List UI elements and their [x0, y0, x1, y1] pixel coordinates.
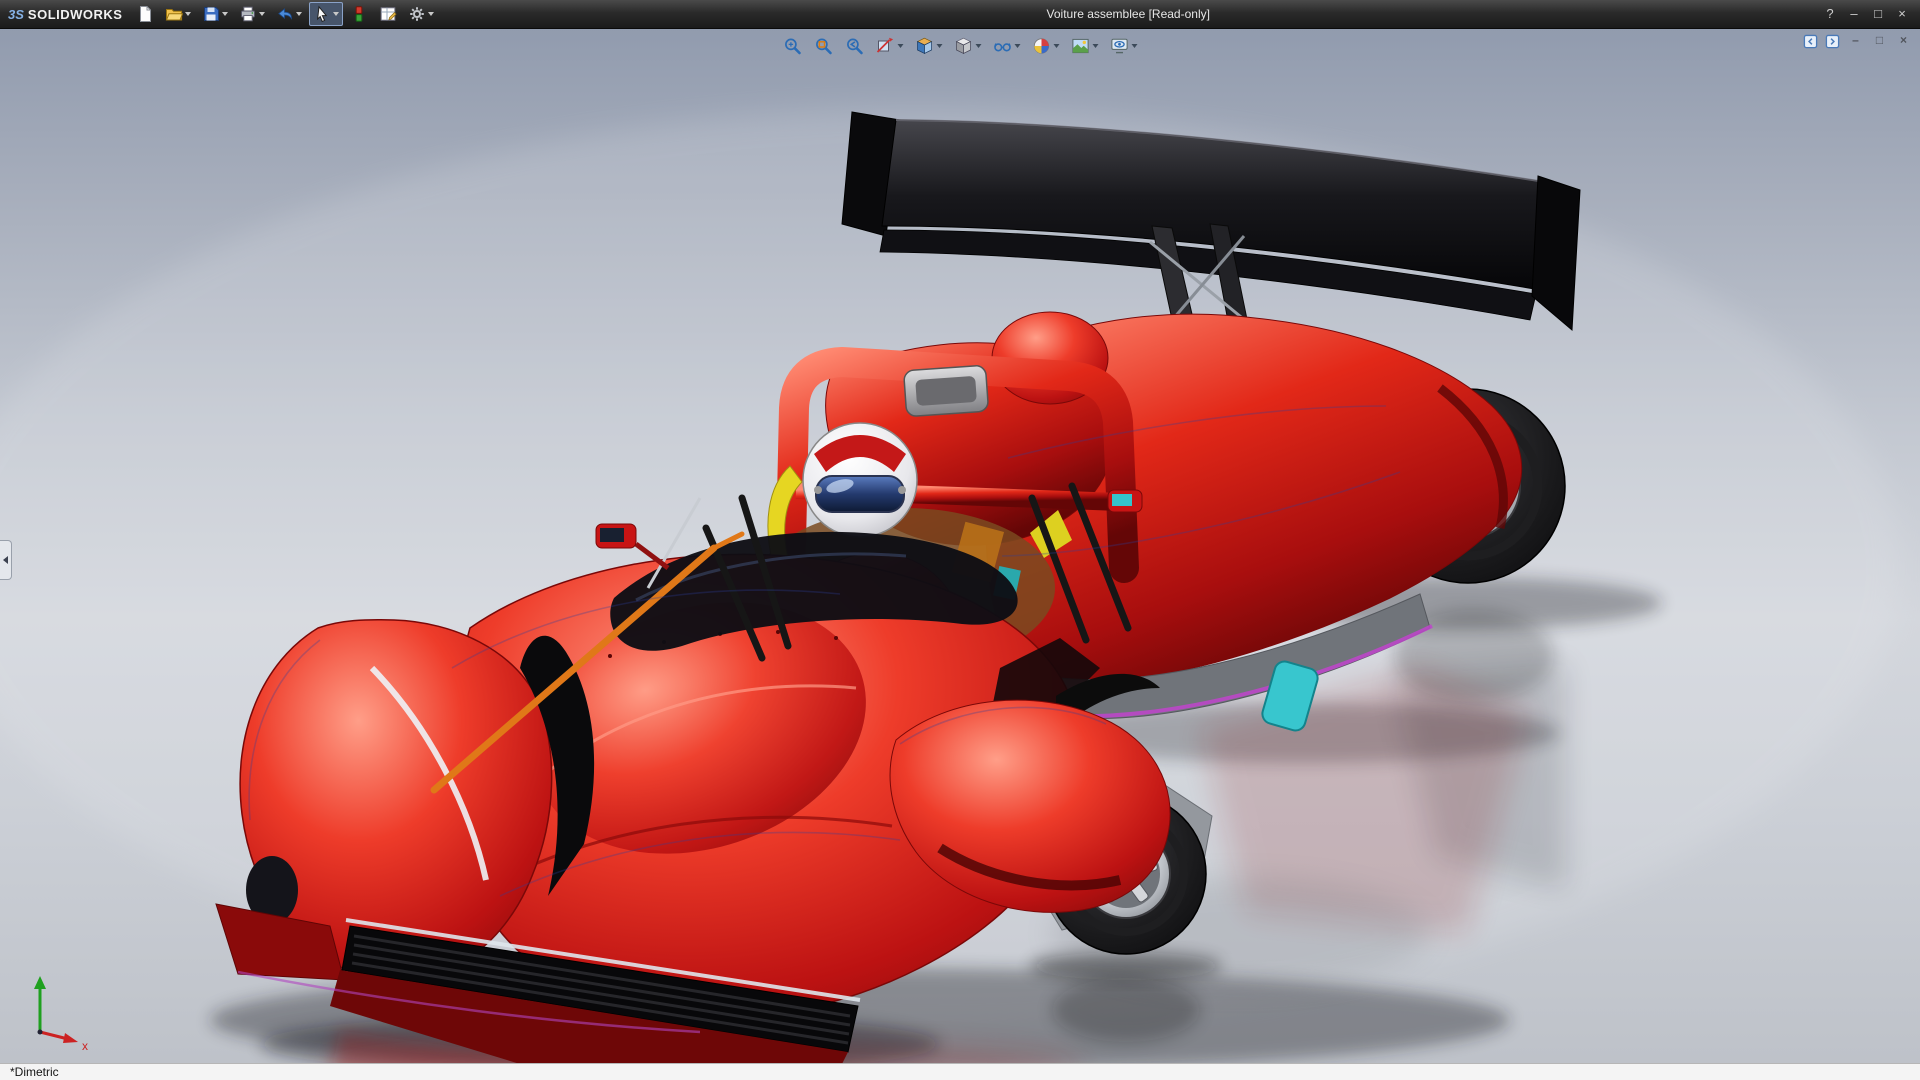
open-folder-icon [166, 9, 184, 21]
dropdown-arrow-icon [333, 12, 340, 16]
reference-triad: x [34, 976, 88, 1053]
minimize-button[interactable]: – [1842, 4, 1866, 24]
save-floppy-icon [204, 7, 220, 21]
dropdown-arrow-icon [936, 44, 943, 48]
zoom-to-fit-icon [785, 38, 801, 55]
sheet-pencil-icon [381, 7, 398, 21]
dropdown-arrow-icon [259, 12, 266, 16]
dropdown-arrow-icon [296, 12, 303, 16]
panel-expand-icon [1825, 34, 1840, 48]
apply-scene-button[interactable] [1070, 35, 1100, 57]
view-settings-button[interactable] [1109, 35, 1139, 57]
document-restore-button[interactable]: □ [1871, 33, 1888, 49]
print-icon [241, 6, 256, 22]
airbox [903, 365, 989, 417]
display-style-button[interactable] [953, 35, 983, 57]
document-close-button[interactable]: × [1895, 33, 1912, 49]
panel-collapse-icon [1803, 34, 1818, 48]
standard-toolbar [132, 2, 438, 26]
options-button[interactable] [404, 2, 438, 26]
previous-view-icon [847, 38, 863, 55]
eyeglasses-icon [994, 43, 1011, 52]
select-tool-button[interactable] [309, 2, 344, 26]
window-controls: ? – □ × [1818, 4, 1914, 24]
dropdown-arrow-icon [1053, 44, 1060, 48]
solidworks-logo-text: SOLIDWORKS [27, 6, 123, 22]
hide-show-items-button[interactable] [992, 35, 1022, 57]
heads-up-view-toolbar [782, 35, 1139, 57]
status-bar: *Dimetric [0, 1063, 1920, 1080]
close-button[interactable]: × [1890, 4, 1914, 24]
view-orientation-cube-icon [916, 37, 933, 54]
solidworks-logo: 3S SOLIDWORKS [8, 7, 122, 22]
document-window-controls: – □ × [1803, 33, 1912, 49]
undo-arrow-icon [278, 8, 293, 20]
display-style-icon [955, 37, 972, 54]
section-view-icon [876, 37, 894, 53]
section-view-button[interactable] [875, 35, 905, 57]
dropdown-arrow-icon [428, 12, 435, 16]
zoom-to-area-button[interactable] [813, 35, 835, 57]
save-button[interactable] [198, 2, 232, 26]
zoom-to-fit-button[interactable] [782, 35, 804, 57]
rebuild-lights-button[interactable] [346, 2, 372, 26]
dropdown-arrow-icon [1092, 44, 1099, 48]
appearance-ball-icon [1033, 38, 1050, 54]
undo-button[interactable] [272, 2, 306, 26]
view-settings-icon [1111, 38, 1128, 54]
graphics-area[interactable]: – □ × x *Dimetric [0, 28, 1920, 1080]
dropdown-arrow-icon [222, 12, 229, 16]
view-orientation-label: *Dimetric [10, 1065, 59, 1079]
zoom-to-area-icon [816, 38, 832, 55]
triad-origin [37, 1029, 43, 1035]
new-document-icon [140, 6, 152, 22]
sketch-sheet-button[interactable] [375, 2, 401, 26]
edit-appearance-button[interactable] [1031, 35, 1061, 57]
new-document-button[interactable] [132, 2, 158, 26]
gear-icon [410, 7, 425, 21]
race-car-model[interactable] [0, 28, 1920, 1080]
maximize-button[interactable]: □ [1866, 4, 1890, 24]
triad-y-arrow [34, 976, 46, 989]
feature-tree-collapse-tab[interactable] [0, 540, 12, 580]
solidworks-logo-mark: 3S [8, 6, 24, 22]
dropdown-arrow-icon [1014, 44, 1021, 48]
print-button[interactable] [235, 2, 269, 26]
open-button[interactable] [161, 2, 195, 26]
dropdown-arrow-icon [975, 44, 982, 48]
select-cursor-icon [317, 5, 328, 23]
title-bar: 3S SOLIDWORKS Voiture assemblee [Read-on… [0, 0, 1920, 29]
previous-view-button[interactable] [844, 35, 866, 57]
scene-landscape-icon [1072, 38, 1089, 54]
red-green-lights-icon [356, 6, 363, 22]
dropdown-arrow-icon [1131, 44, 1138, 48]
collapse-arrow-icon [3, 556, 8, 564]
driver-helmet [802, 422, 918, 538]
panel-expand-button[interactable] [1825, 34, 1840, 49]
window-title: Voiture assemblee [Read-only] [1046, 7, 1210, 21]
view-orientation-button[interactable] [914, 35, 944, 57]
triad-x-label: x [82, 1039, 88, 1053]
document-minimize-button[interactable]: – [1847, 33, 1864, 49]
panel-collapse-button[interactable] [1803, 34, 1818, 49]
help-button[interactable]: ? [1818, 4, 1842, 24]
dropdown-arrow-icon [897, 44, 904, 48]
triad-x-arrow [63, 1033, 78, 1043]
dropdown-arrow-icon [185, 12, 192, 16]
